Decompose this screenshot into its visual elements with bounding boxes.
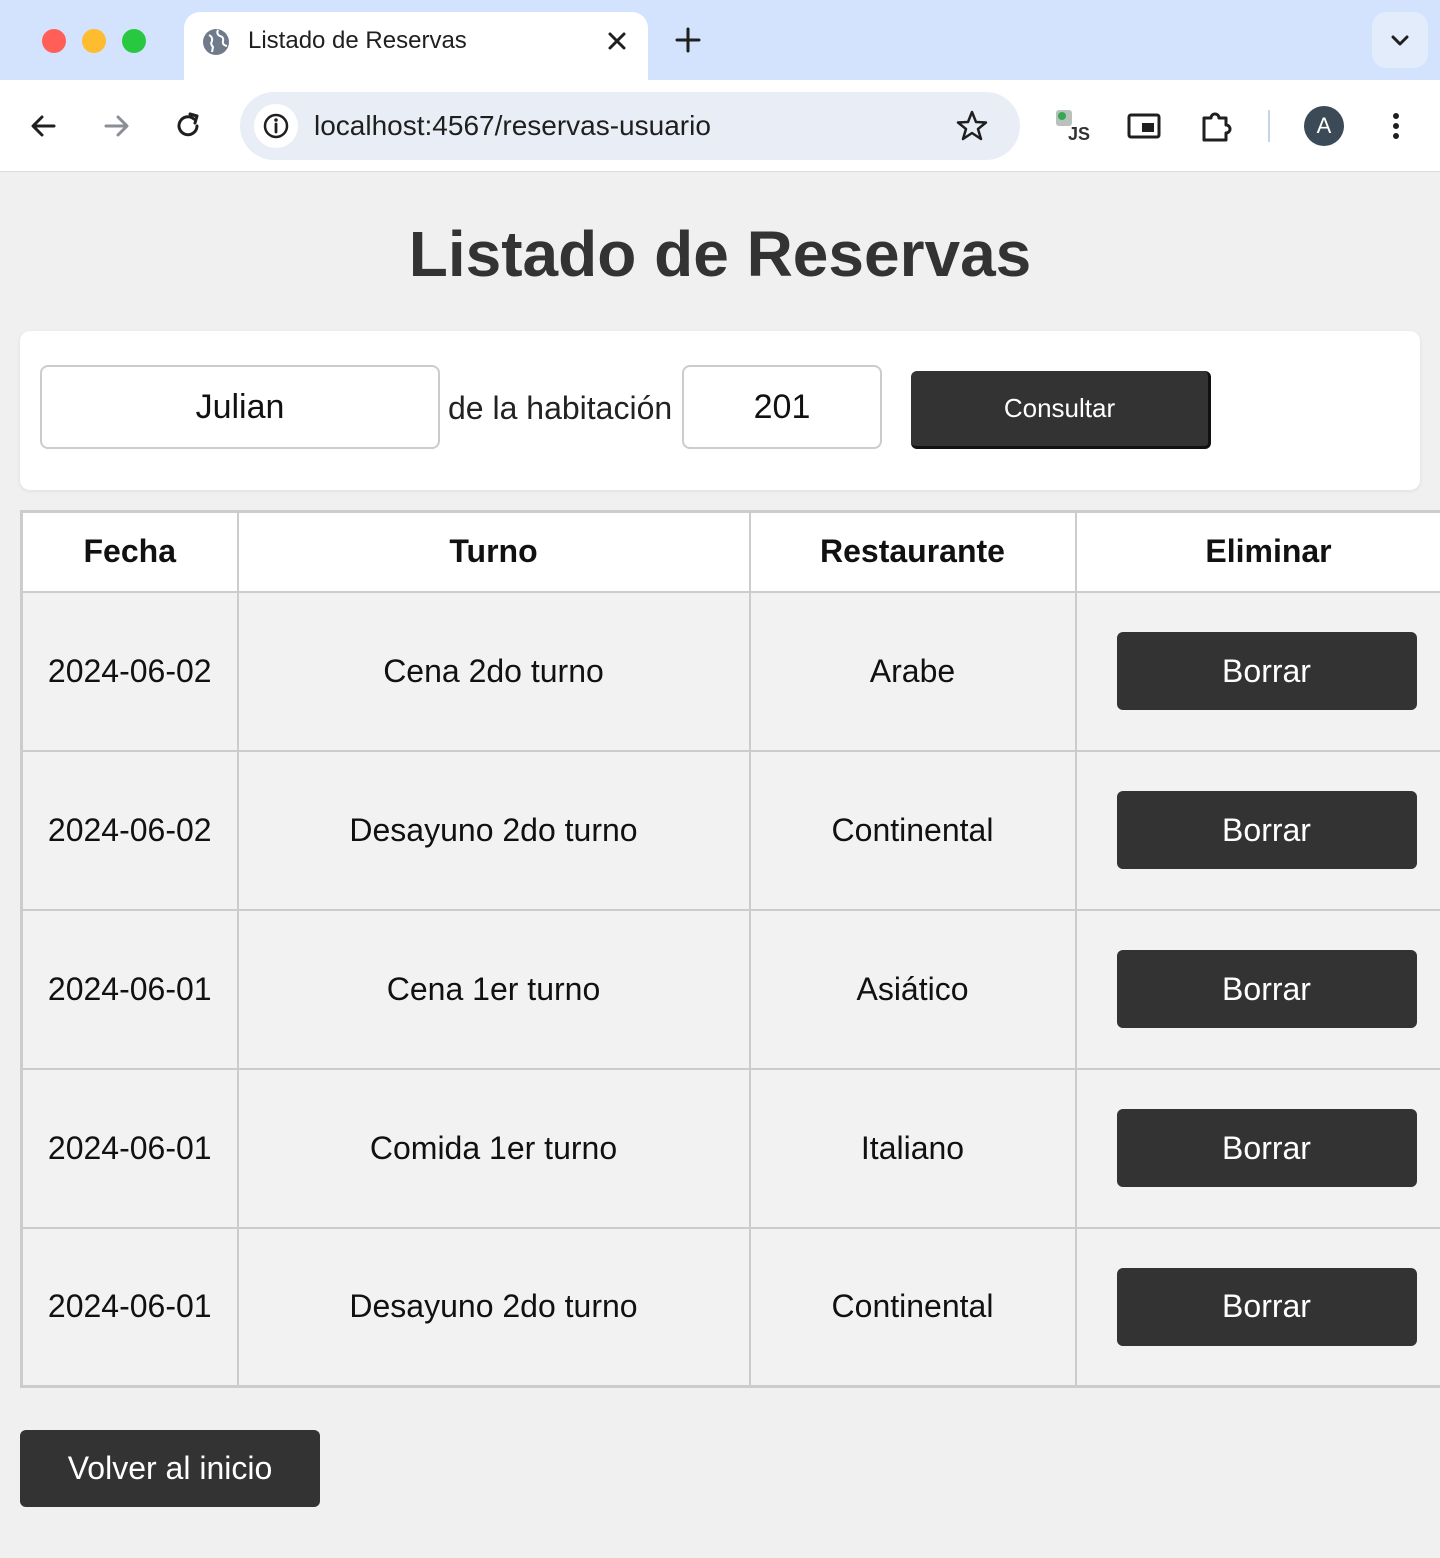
browser-tab-strip: Listado de Reservas (0, 0, 1440, 80)
table-row: 2024-06-01 Comida 1er turno Italiano Bor… (20, 1067, 1440, 1229)
maximize-window-button[interactable] (122, 29, 146, 53)
browser-toolbar: localhost:4567/reservas-usuario JS A (0, 80, 1440, 172)
toolbar-separator (1268, 110, 1270, 142)
avatar[interactable]: A (1304, 106, 1344, 146)
cell-restaurante: Asiático (748, 908, 1077, 1070)
table-header-row: Fecha Turno Restaurante Eliminar (20, 510, 1440, 593)
cell-turno: Desayuno 2do turno (236, 1226, 751, 1388)
back-arrow-icon[interactable] (26, 108, 62, 144)
browser-tab-active[interactable]: Listado de Reservas (184, 12, 648, 80)
page-title: Listado de Reservas (408, 218, 1032, 290)
url-host: localhost (314, 110, 425, 141)
cell-turno: Desayuno 2do turno (236, 749, 751, 911)
cell-eliminar: Borrar (1074, 749, 1440, 911)
url-text[interactable]: localhost:4567/reservas-usuario (314, 110, 711, 142)
borrar-button[interactable]: Borrar (1116, 1109, 1417, 1187)
borrar-button[interactable]: Borrar (1116, 791, 1417, 869)
consultar-button[interactable]: Consultar (911, 371, 1211, 449)
address-bar[interactable]: localhost:4567/reservas-usuario (240, 92, 1020, 160)
tab-search-button[interactable] (1372, 12, 1428, 68)
close-window-button[interactable] (42, 29, 66, 53)
header-fecha: Fecha (20, 510, 239, 593)
query-form: de la habitación Consultar (20, 331, 1420, 490)
cell-turno: Cena 1er turno (236, 908, 751, 1070)
cell-fecha: 2024-06-01 (20, 1226, 239, 1388)
info-icon (263, 113, 289, 139)
cell-turno: Cena 2do turno (236, 590, 751, 752)
cell-fecha: 2024-06-02 (20, 590, 239, 752)
forward-arrow-icon[interactable] (98, 108, 134, 144)
svg-text:JS: JS (1068, 124, 1090, 144)
cell-eliminar: Borrar (1074, 908, 1440, 1070)
borrar-button[interactable]: Borrar (1116, 950, 1417, 1028)
close-icon[interactable] (602, 26, 632, 56)
url-path: :4567/reservas-usuario (424, 110, 711, 141)
cell-restaurante: Italiano (748, 1067, 1077, 1229)
cell-restaurante: Continental (748, 1226, 1077, 1388)
cell-eliminar: Borrar (1074, 1226, 1440, 1388)
borrar-button[interactable]: Borrar (1116, 632, 1417, 710)
cell-fecha: 2024-06-02 (20, 749, 239, 911)
reservations-table: Fecha Turno Restaurante Eliminar 2024-06… (20, 510, 1440, 1388)
cell-fecha: 2024-06-01 (20, 1067, 239, 1229)
js-extension-icon[interactable]: JS (1054, 108, 1090, 144)
minimize-window-button[interactable] (82, 29, 106, 53)
header-restaurante: Restaurante (748, 510, 1077, 593)
room-number-input[interactable] (682, 365, 882, 449)
cell-eliminar: Borrar (1074, 590, 1440, 752)
site-info-button[interactable] (254, 104, 298, 148)
plus-icon[interactable] (672, 24, 704, 56)
cell-eliminar: Borrar (1074, 1067, 1440, 1229)
table-row: 2024-06-02 Cena 2do turno Arabe Borrar (20, 590, 1440, 752)
cell-restaurante: Continental (748, 749, 1077, 911)
cell-turno: Comida 1er turno (236, 1067, 751, 1229)
table-row: 2024-06-01 Cena 1er turno Asiático Borra… (20, 908, 1440, 1070)
header-turno: Turno (236, 510, 751, 593)
table-row: 2024-06-02 Desayuno 2do turno Continenta… (20, 749, 1440, 911)
kebab-menu-icon[interactable] (1378, 108, 1414, 144)
tab-title: Listado de Reservas (248, 27, 467, 54)
table-row: 2024-06-01 Desayuno 2do turno Continenta… (20, 1226, 1440, 1388)
room-label: de la habitación (448, 390, 673, 426)
cell-restaurante: Arabe (748, 590, 1077, 752)
picture-in-picture-icon[interactable] (1126, 108, 1162, 144)
borrar-button[interactable]: Borrar (1116, 1267, 1417, 1346)
reload-icon[interactable] (170, 108, 206, 144)
globe-icon (203, 29, 229, 55)
puzzle-icon[interactable] (1198, 108, 1234, 144)
name-input[interactable] (40, 365, 440, 449)
cell-fecha: 2024-06-01 (20, 908, 239, 1070)
volver-al-inicio-button[interactable]: Volver al inicio (20, 1430, 320, 1507)
header-eliminar: Eliminar (1074, 510, 1440, 593)
chevron-down-icon (1391, 35, 1409, 46)
star-icon[interactable] (954, 108, 990, 144)
